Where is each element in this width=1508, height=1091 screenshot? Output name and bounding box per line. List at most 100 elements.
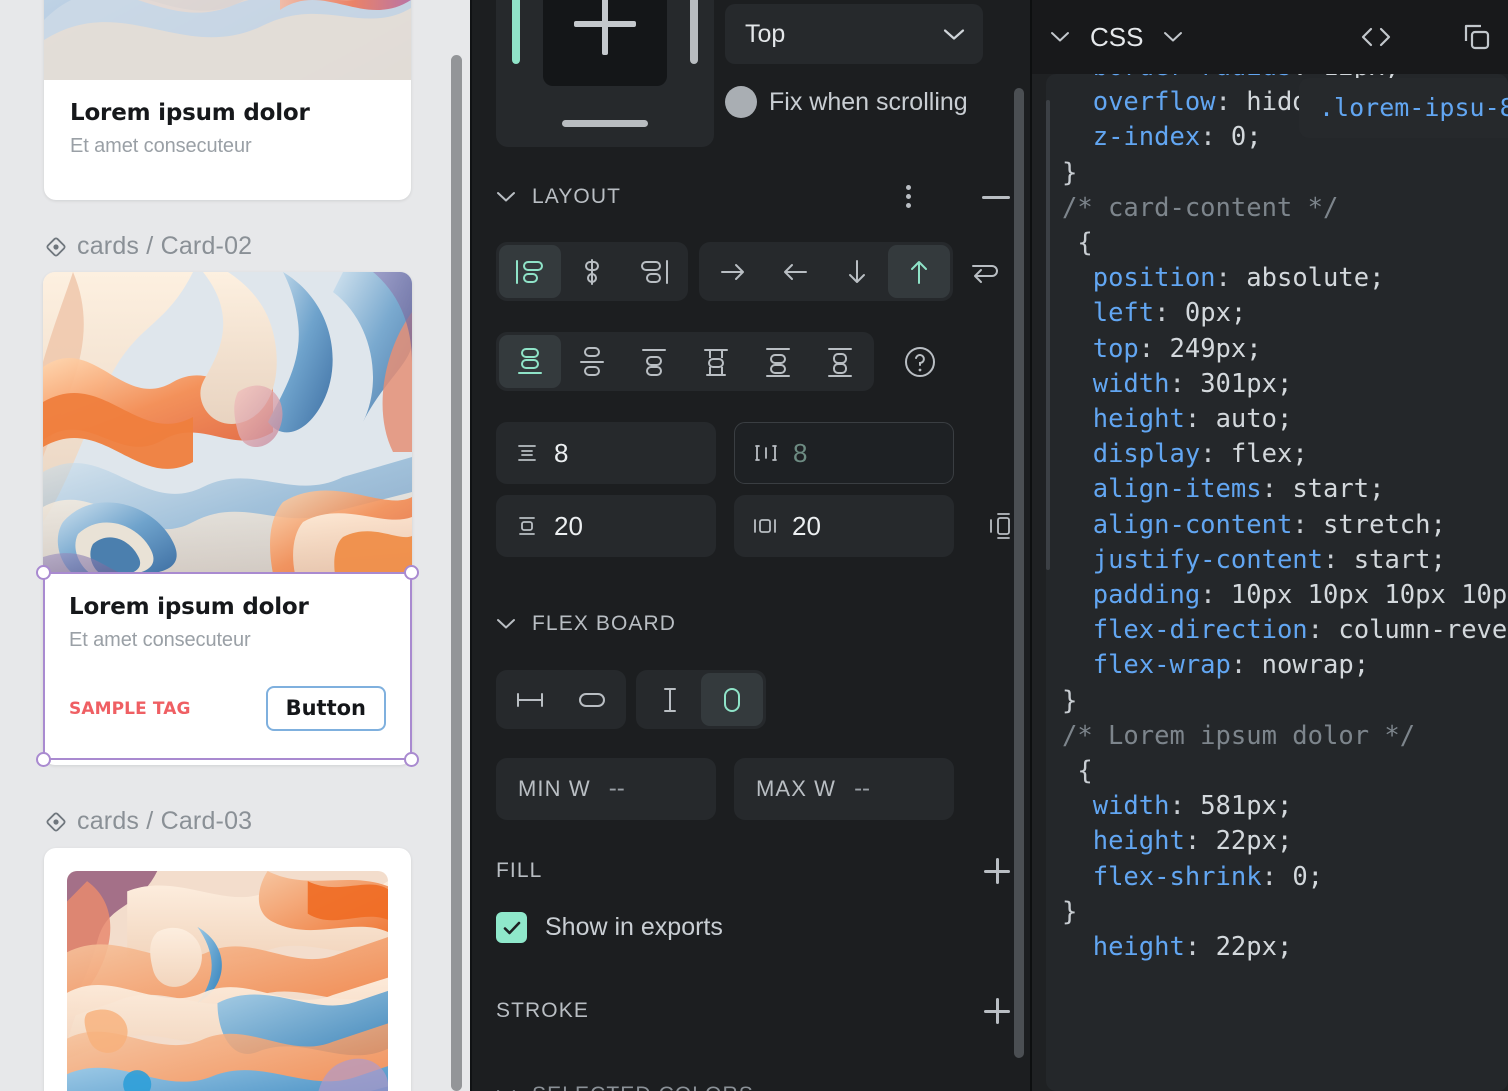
- card-02-image: [43, 272, 412, 574]
- plus-icon[interactable]: [984, 858, 1010, 884]
- gap-horizontal-field[interactable]: 8: [734, 422, 954, 484]
- layout-section-header[interactable]: LAYOUT: [472, 174, 1030, 220]
- css-panel: CSS border-radius: 12px; overflow: hidde…: [1030, 0, 1508, 1091]
- toggle-indicator[interactable]: [725, 86, 757, 118]
- show-in-exports-row[interactable]: Show in exports: [472, 912, 1030, 943]
- distribute-end-icon: [766, 347, 790, 377]
- kebab-menu-icon[interactable]: [906, 184, 912, 210]
- distribute-center-button[interactable]: [685, 335, 747, 388]
- chevron-down-icon[interactable]: [1163, 31, 1183, 43]
- code-vertical-scrollbar[interactable]: [1046, 100, 1050, 570]
- code-line: }: [1062, 896, 1078, 927]
- component-diamond-icon: [46, 237, 66, 256]
- code-line: height: auto;: [1092, 404, 1293, 435]
- component-label-text: cards / Card-02: [77, 232, 253, 260]
- arrow-left-icon: [783, 263, 807, 280]
- distribute-top-button[interactable]: [499, 335, 561, 388]
- direction-up-button[interactable]: [887, 245, 950, 298]
- direction-right-button[interactable]: [702, 245, 764, 298]
- padding-right-handle[interactable]: [690, 0, 698, 64]
- show-in-exports-checkbox[interactable]: [496, 912, 527, 943]
- align-left-button[interactable]: [499, 245, 561, 298]
- gap-vertical-value: 8: [554, 437, 569, 468]
- card-02-title: Lorem ipsum dolor: [69, 594, 309, 620]
- inspector-panel: Top Fix when scrolling LAYOUT 8 8 20 20 …: [470, 0, 1030, 1091]
- stroke-section-header[interactable]: STROKE: [472, 988, 1030, 1034]
- wrap-toggle-button[interactable]: [962, 245, 1009, 298]
- chevron-down-icon[interactable]: [496, 618, 516, 630]
- distribute-start-icon: [642, 348, 666, 376]
- direction-down-button[interactable]: [826, 245, 888, 298]
- arrow-up-icon: [910, 260, 927, 284]
- selected-colors-section-title: SELECTED COLORS: [532, 1083, 754, 1091]
- copy-icon[interactable]: [1460, 21, 1494, 53]
- padding-horizontal-value: 20: [792, 510, 821, 541]
- distribute-center-icon: [704, 348, 728, 376]
- layout-section-title: LAYOUT: [532, 185, 622, 208]
- plus-icon[interactable]: [984, 998, 1010, 1024]
- component-label-card-03[interactable]: cards / Card-03: [0, 807, 252, 836]
- padding-center-add[interactable]: [543, 0, 667, 86]
- css-panel-header: CSS: [1032, 0, 1508, 74]
- min-width-field[interactable]: MIN W --: [496, 758, 716, 820]
- fit-zero-button[interactable]: [701, 673, 763, 726]
- card-02-button[interactable]: Button: [265, 686, 386, 731]
- canvas-scroll-area[interactable]: Lorem ipsum dolor Et amet consecuteur ca…: [0, 0, 470, 1091]
- chevron-down-icon[interactable]: [1050, 31, 1070, 43]
- fixed-width-button[interactable]: [499, 673, 561, 726]
- distribute-top-icon: [518, 347, 542, 374]
- code-line: top: 249px;: [1092, 333, 1262, 364]
- align-right-button[interactable]: [623, 245, 685, 298]
- fixed-width-icon: [517, 692, 543, 707]
- distribute-space-between-icon: [580, 346, 604, 376]
- padding-vertical-field[interactable]: 20: [496, 495, 716, 557]
- chevron-down-icon[interactable]: [496, 191, 516, 203]
- padding-horizontal-field[interactable]: 20: [734, 495, 954, 557]
- size-group: [496, 670, 626, 729]
- direction-left-button[interactable]: [764, 245, 826, 298]
- align-left-icon: [516, 259, 543, 284]
- design-canvas[interactable]: Lorem ipsum dolor Et amet consecuteur ca…: [0, 0, 470, 1091]
- distribute-start-button[interactable]: [623, 335, 685, 388]
- padding-visual-widget[interactable]: [496, 0, 714, 147]
- code-line: }: [1062, 685, 1078, 716]
- canvas-vertical-scrollbar[interactable]: [451, 55, 462, 1091]
- padding-bottom-handle[interactable]: [562, 120, 648, 127]
- min-width-value: --: [608, 775, 625, 802]
- distribute-end-button[interactable]: [747, 335, 809, 388]
- css-code-block[interactable]: border-radius: 12px; overflow: hidden; z…: [1046, 74, 1508, 1091]
- align-center-horizontal-button[interactable]: [561, 245, 623, 298]
- inspector-vertical-scrollbar[interactable]: [1014, 88, 1024, 1058]
- card-02[interactable]: Lorem ipsum dolor Et amet consecuteur SA…: [43, 272, 412, 765]
- gap-vertical-icon: [514, 441, 540, 465]
- card-03[interactable]: [44, 848, 411, 1091]
- selected-colors-section-header[interactable]: SELECTED COLORS: [472, 1072, 1030, 1091]
- flex-board-section-header[interactable]: FLEX BOARD: [472, 601, 1030, 647]
- code-line: display: flex;: [1092, 439, 1308, 470]
- max-width-field[interactable]: MAX W --: [734, 758, 954, 820]
- distribute-space-between-button[interactable]: [561, 335, 623, 388]
- distribute-stretch-icon: [828, 347, 852, 377]
- question-circle-icon: [905, 346, 935, 377]
- gap-vertical-field[interactable]: 8: [496, 422, 716, 484]
- layout-help-button[interactable]: [902, 344, 938, 380]
- component-label-card-02[interactable]: cards / Card-02: [0, 232, 252, 261]
- fit-text-button[interactable]: [639, 673, 701, 726]
- css-code-text[interactable]: border-radius: 12px; overflow: hidden; z…: [1046, 74, 1508, 965]
- code-line: align-content: stretch;: [1092, 509, 1446, 540]
- fix-when-scrolling-toggle[interactable]: Fix when scrolling: [725, 86, 968, 118]
- position-select[interactable]: Top: [725, 4, 983, 64]
- fit-group: [636, 670, 766, 729]
- fill-section-header[interactable]: FILL: [472, 848, 1030, 894]
- padding-vertical-value: 20: [554, 510, 583, 541]
- minus-icon[interactable]: [982, 195, 1010, 199]
- padding-left-handle[interactable]: [512, 0, 520, 64]
- card-01-body: Lorem ipsum dolor Et amet consecuteur: [44, 80, 411, 180]
- code-brackets-icon[interactable]: [1356, 24, 1396, 50]
- code-line: .cardconte-848222074ce1 {: [1062, 78, 1508, 261]
- hug-width-button[interactable]: [561, 673, 623, 726]
- app-root: Lorem ipsum dolor Et amet consecuteur ca…: [0, 0, 1508, 1091]
- distribute-stretch-button[interactable]: [809, 335, 871, 388]
- card-01[interactable]: Lorem ipsum dolor Et amet consecuteur: [44, 0, 411, 200]
- checkmark-icon: [503, 921, 520, 934]
